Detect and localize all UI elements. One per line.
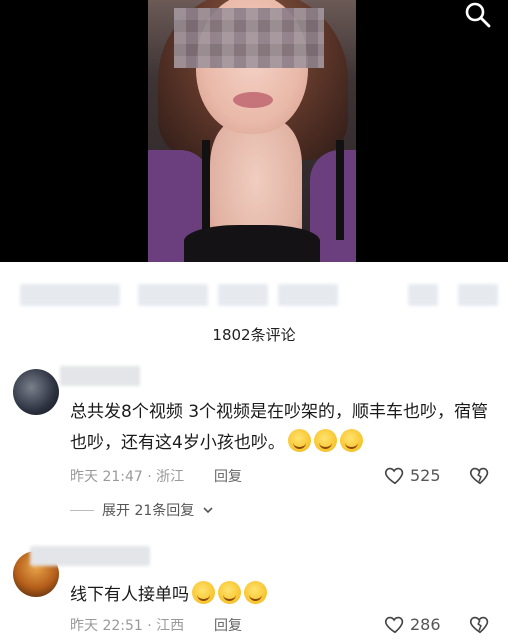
comment-text: 总共发8个视频 3个视频是在吵架的，顺丰车也吵，宿管也吵，还有这4岁小孩也吵。	[70, 397, 490, 459]
heart-icon	[384, 616, 404, 634]
comment-location: 浙江	[156, 469, 185, 485]
blurred-text	[20, 284, 120, 306]
video-lips	[233, 92, 273, 108]
like-count: 286	[410, 614, 441, 634]
blurred-text	[278, 284, 338, 306]
divider-line	[70, 509, 94, 511]
reply-button[interactable]: 回复	[214, 615, 242, 635]
emoji-icon	[192, 581, 215, 604]
expand-label: 展开 21条回复	[102, 503, 195, 519]
emoji-icon	[244, 581, 267, 604]
comment-body: 线下有人接单吗	[70, 585, 189, 605]
emoji-icon	[339, 429, 363, 452]
broken-heart-icon[interactable]	[469, 464, 491, 486]
comment-count: 1802条评论	[212, 326, 296, 344]
heart-icon	[384, 467, 404, 485]
blurred-text	[408, 284, 438, 306]
like-count: 525	[410, 465, 441, 485]
video-player[interactable]	[0, 0, 508, 262]
video-strap	[202, 140, 210, 240]
comment-meta: 昨天 21:47 · 浙江	[70, 469, 185, 485]
emoji-icon	[218, 581, 241, 604]
chevron-down-icon	[203, 507, 213, 514]
comment-body: 总共发8个视频 3个视频是在吵架的，顺丰车也吵，宿管也吵，还有这4岁小孩也吵。	[70, 402, 489, 453]
video-strap	[336, 140, 344, 240]
expand-replies-button[interactable]: 展开 21条回复	[70, 500, 214, 520]
emoji-icon	[313, 429, 337, 452]
comment-time: 昨天 21:47	[70, 469, 143, 485]
blurred-text	[138, 284, 208, 306]
emoji-icon	[287, 429, 311, 452]
blurred-text	[458, 284, 498, 306]
video-frame	[148, 0, 356, 262]
comment-location: 江西	[156, 618, 185, 634]
username-blurred[interactable]	[30, 546, 150, 566]
reply-button[interactable]: 回复	[214, 466, 242, 486]
search-icon[interactable]	[462, 0, 492, 30]
mosaic-blur	[174, 8, 324, 68]
like-button[interactable]: 525	[384, 464, 441, 486]
comment-time: 昨天 22:51	[70, 618, 143, 634]
like-button[interactable]: 286	[384, 613, 441, 635]
comment-meta: 昨天 22:51 · 江西	[70, 618, 185, 634]
broken-heart-icon[interactable]	[469, 613, 491, 635]
blurred-text	[218, 284, 268, 306]
comment-text: 线下有人接单吗	[70, 580, 490, 611]
username-blurred[interactable]	[60, 366, 140, 386]
video-clothing	[184, 225, 320, 262]
avatar[interactable]	[13, 369, 59, 415]
